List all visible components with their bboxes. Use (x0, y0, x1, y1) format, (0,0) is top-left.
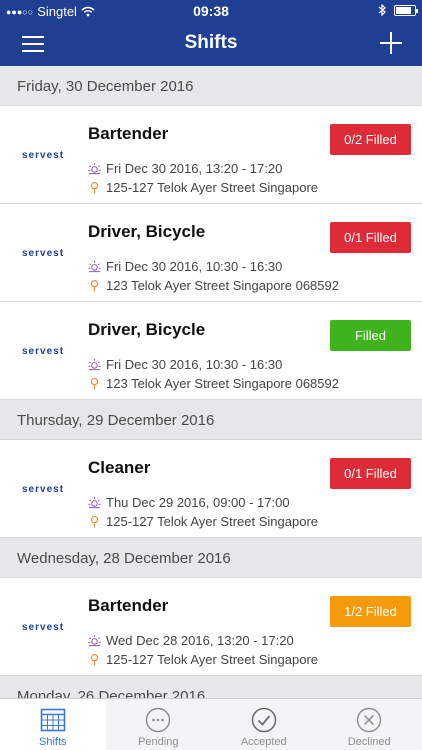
servest-logo: servest (22, 484, 65, 495)
shift-time: Fri Dec 30 2016, 10:30 - 16:30 (106, 357, 283, 372)
shift-time: Wed Dec 28 2016, 13:20 - 17:20 (106, 633, 294, 648)
tab-accepted-label: Accepted (240, 736, 287, 748)
shift-role: Driver, Bicycle (88, 222, 206, 241)
shift-time-line: Wed Dec 28 2016, 13:20 - 17:20 (88, 633, 294, 648)
sunrise-icon (88, 634, 101, 647)
tab-bar: Shifts Pending Accepted Declined (0, 698, 422, 750)
location-pin-icon (88, 377, 101, 390)
tab-shifts[interactable]: Shifts (0, 699, 106, 750)
fill-status-badge: 1/2 Filled (330, 596, 411, 627)
sunrise-icon (88, 260, 101, 273)
shift-time-line: Thu Dec 29 2016, 09:00 - 17:00 (88, 495, 290, 510)
fill-status-badge: Filled (330, 320, 411, 351)
shift-time-line: Fri Dec 30 2016, 10:30 - 16:30 (88, 357, 282, 372)
calendar-icon (40, 708, 66, 732)
nav-bar: Shifts (0, 22, 422, 66)
servest-logo: servest (22, 150, 65, 161)
shift-location: 123 Telok Ayer Street Singapore 068592 (106, 376, 339, 391)
shift-list[interactable]: Friday, 30 December 2016 servest Bartender… (0, 66, 422, 698)
tab-accepted[interactable]: Accepted (211, 699, 317, 750)
shift-row[interactable]: servest Bartender Fri Dec 30 2016, 13:20 -… (0, 106, 422, 204)
tab-declined-label: Declined (347, 736, 391, 748)
shift-location-line: 125-127 Telok Ayer Street Singapore (88, 180, 318, 195)
tab-shifts-label: Shifts (38, 736, 67, 748)
shift-location: 125-127 Telok Ayer Street Singapore (106, 180, 318, 195)
shift-role: Driver, Bicycle (88, 320, 206, 339)
ellipsis-circle-icon (146, 707, 171, 733)
fill-status-badge: 0/1 Filled (330, 222, 411, 253)
location-pin-icon (88, 181, 101, 194)
page-title: Shifts (184, 32, 238, 53)
day-header: Wednesday, 28 December 2016 (0, 538, 422, 578)
shift-location-line: 125-127 Telok Ayer Street Singapore (88, 514, 318, 529)
servest-logo: servest (22, 248, 65, 259)
shift-time-line: Fri Dec 30 2016, 13:20 - 17:20 (88, 161, 282, 176)
shift-location: 123 Telok Ayer Street Singapore 068592 (106, 278, 339, 293)
check-circle-icon (251, 707, 277, 733)
location-pin-icon (88, 653, 101, 666)
fill-status-badge: 0/1 Filled (330, 458, 411, 489)
shift-role: Bartender (88, 596, 169, 615)
sunrise-icon (88, 358, 101, 371)
sunrise-icon (88, 496, 101, 509)
shift-location-line: 123 Telok Ayer Street Singapore 068592 (88, 376, 339, 391)
add-shift-button[interactable] (378, 30, 404, 56)
shift-row[interactable]: servest Cleaner Thu Dec 29 2016, 09:00 - 1… (0, 440, 422, 538)
day-header: Thursday, 29 December 2016 (0, 400, 422, 440)
shift-location-line: 123 Telok Ayer Street Singapore 068592 (88, 278, 339, 293)
shift-time: Fri Dec 30 2016, 13:20 - 17:20 (106, 161, 283, 176)
location-pin-icon (88, 515, 101, 528)
day-header: Monday, 26 December 2016 (0, 676, 422, 698)
status-bar: ●●●○○ Singtel 09:38 (0, 0, 422, 22)
shift-location-line: 125-127 Telok Ayer Street Singapore (88, 652, 318, 667)
tab-pending-label: Pending (138, 736, 179, 748)
tab-pending[interactable]: Pending (106, 699, 212, 750)
shift-location: 125-127 Telok Ayer Street Singapore (106, 514, 318, 529)
shift-row[interactable]: servest Bartender Wed Dec 28 2016, 13:20 -… (0, 578, 422, 676)
bluetooth-icon (378, 4, 386, 16)
location-pin-icon (88, 279, 101, 292)
tab-declined[interactable]: Declined (317, 699, 422, 750)
servest-logo: servest (22, 346, 65, 357)
status-right (378, 4, 418, 16)
servest-logo: servest (22, 622, 65, 633)
shift-time: Fri Dec 30 2016, 10:30 - 16:30 (106, 259, 283, 274)
status-time: 09:38 (193, 3, 229, 19)
shift-role: Bartender (88, 124, 169, 143)
shift-row[interactable]: servest Driver, Bicycle Fri Dec 30 2016, 1… (0, 204, 422, 302)
battery-icon (394, 4, 418, 16)
shift-role: Cleaner (88, 458, 151, 477)
shift-location: 125-127 Telok Ayer Street Singapore (106, 652, 318, 667)
day-header: Friday, 30 December 2016 (0, 66, 422, 106)
sunrise-icon (88, 162, 101, 175)
shift-row[interactable]: servest Driver, Bicycle Fri Dec 30 2016, 1… (0, 302, 422, 400)
x-circle-icon (357, 707, 382, 733)
shift-time-line: Fri Dec 30 2016, 10:30 - 16:30 (88, 259, 282, 274)
fill-status-badge: 0/2 Filled (330, 124, 411, 155)
shift-time: Thu Dec 29 2016, 09:00 - 17:00 (106, 495, 290, 510)
